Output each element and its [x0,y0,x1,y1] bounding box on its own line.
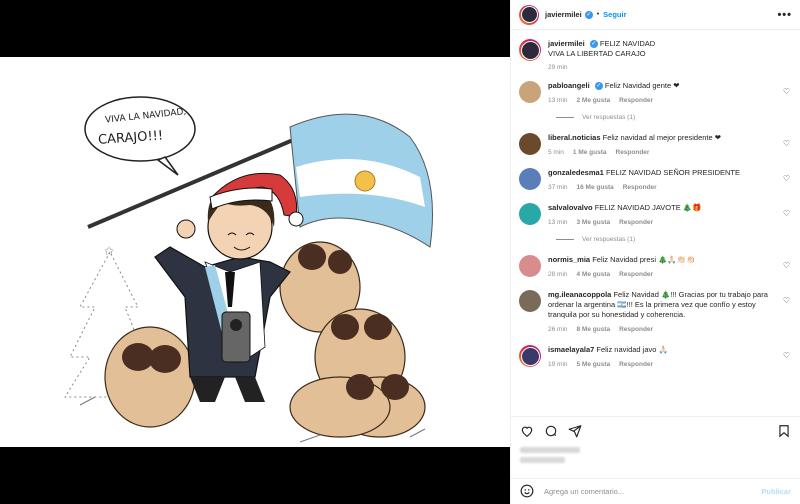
commenter-username[interactable]: mg.ileanacoppola [548,290,611,299]
comment-likes[interactable]: 8 Me gusta [577,326,611,333]
christmas-illustration: VIVA LA NAVIDAD, CARAJO!!! ✩ [64,96,433,443]
comment-item: ismaelayala7 Feliz navidad javo 🙏🏻 19 mi… [519,345,792,368]
reply-button[interactable]: Responder [616,149,650,156]
comment-text: Feliz navidad javo 🙏🏻 [596,345,668,354]
heart-icon[interactable] [520,424,534,438]
commenter-username[interactable]: salvalovalvo [548,203,593,212]
commenter-avatar[interactable] [519,81,541,103]
like-comment-icon[interactable]: ♡ [783,87,790,96]
comment-time: 5 min [548,149,564,156]
bookmark-icon[interactable] [777,424,791,438]
post-sidebar: javiermilei ✓ • Seguir ••• javiermilei ✓… [510,0,800,504]
like-comment-icon[interactable]: ♡ [783,209,790,218]
reply-button[interactable]: Responder [619,97,653,104]
caption-username[interactable]: javiermilei [548,39,585,48]
comment-likes[interactable]: 16 Me gusta [577,184,614,191]
comment-likes[interactable]: 1 Me gusta [573,149,607,156]
caption-time: 29 min [548,64,568,71]
instagram-post-modal: VIVA LA NAVIDAD, CARAJO!!! ✩ javiermilei… [0,0,800,504]
commenter-avatar[interactable] [519,255,541,277]
view-replies-label: Ver respuestas (1) [582,236,636,243]
comment-likes[interactable]: 3 Me gusta [577,219,611,226]
comment-time: 13 min [548,97,568,104]
reply-button[interactable]: Responder [619,361,653,368]
post-media: VIVA LA NAVIDAD, CARAJO!!! ✩ [0,0,510,504]
author-avatar[interactable] [519,4,539,25]
commenter-avatar[interactable] [519,290,541,312]
comment-likes[interactable]: 5 Me gusta [577,361,611,368]
comment-likes[interactable]: 4 Me gusta [577,271,611,278]
verified-icon: ✓ [594,82,603,91]
commenter-avatar[interactable] [519,133,541,155]
commenter-username[interactable]: gonzaledesma1 [548,168,604,177]
comment-input[interactable] [544,487,762,496]
reply-button[interactable]: Responder [619,326,653,333]
like-comment-icon[interactable]: ♡ [783,174,790,183]
commenter-username[interactable]: pabloangeli [548,81,590,90]
post-image[interactable]: VIVA LA NAVIDAD, CARAJO!!! ✩ [0,57,510,447]
comment-item: mg.ileanacoppola Feliz Navidad 🎄!!! Grac… [519,290,792,333]
reply-button[interactable]: Responder [619,271,653,278]
comment-text: FELIZ NAVIDAD SEÑOR PRESIDENTE [605,168,741,177]
verified-icon: ✓ [584,10,593,19]
comment-item: normis_mia Feliz Navidad presi 🎄🙏🏻👏🏻👏🏻 2… [519,255,792,278]
like-comment-icon[interactable]: ♡ [783,139,790,148]
comment-item: gonzaledesma1 FELIZ NAVIDAD SEÑOR PRESID… [519,168,792,191]
view-replies-button[interactable]: Ver respuestas (1) [556,114,792,121]
reply-button[interactable]: Responder [623,184,657,191]
comment-text: Feliz Navidad presi 🎄🙏🏻👏🏻👏🏻 [592,255,696,264]
share-icon[interactable] [568,424,582,438]
comment-time: 28 min [548,271,568,278]
comment-icon[interactable] [544,424,558,438]
author-username[interactable]: javiermilei [545,10,582,19]
caption-avatar[interactable] [519,39,541,61]
verified-icon: ✓ [589,40,598,49]
view-replies-button[interactable]: Ver respuestas (1) [556,236,792,243]
commenter-username[interactable]: normis_mia [548,255,590,264]
like-comment-icon[interactable]: ♡ [783,261,790,270]
more-icon[interactable]: ••• [777,9,792,21]
commenter-avatar[interactable] [519,345,541,367]
comment-time: 19 min [548,361,568,368]
comment-text: Feliz navidad al mejor presidente ❤ [602,133,722,142]
commenter-username[interactable]: liberal.noticias [548,133,601,142]
post-header: javiermilei ✓ • Seguir ••• [511,0,800,30]
comment-time: 37 min [548,184,568,191]
comment-item: pabloangeli ✓ Feliz Navidad gente ❤ 13 m… [519,81,792,104]
reply-button[interactable]: Responder [619,219,653,226]
post-caption: javiermilei ✓ FELIZ NAVIDAD VIVA LA LIBE… [519,39,792,71]
emoji-icon[interactable] [520,484,534,500]
comments-list[interactable]: javiermilei ✓ FELIZ NAVIDAD VIVA LA LIBE… [511,31,800,416]
add-comment-bar: Publicar [511,478,800,504]
comment-text: FELIZ NAVIDAD JAVOTE 🎄🎁 [594,203,702,212]
like-comment-icon[interactable]: ♡ [783,351,790,360]
comment-item: liberal.noticias Feliz navidad al mejor … [519,133,792,156]
post-actions [511,416,800,444]
publish-button[interactable]: Publicar [761,487,791,496]
comment-likes[interactable]: 2 Me gusta [577,97,611,104]
view-replies-label: Ver respuestas (1) [582,114,636,121]
likes-summary [520,447,580,467]
commenter-username[interactable]: ismaelayala7 [548,345,594,354]
caption-text-2: VIVA LA LIBERTAD CARAJO [548,49,646,58]
commenter-avatar[interactable] [519,203,541,225]
caption-text-1: FELIZ NAVIDAD [599,39,656,48]
follow-button[interactable]: Seguir [603,10,626,19]
comment-text: Feliz Navidad gente ❤ [604,81,680,90]
separator-dot: • [596,11,600,18]
comment-item: salvalovalvo FELIZ NAVIDAD JAVOTE 🎄🎁 13 … [519,203,792,226]
commenter-avatar[interactable] [519,168,541,190]
svg-text:✩: ✩ [104,244,114,258]
like-comment-icon[interactable]: ♡ [783,296,790,305]
comment-time: 13 min [548,219,568,226]
comment-time: 26 min [548,326,568,333]
